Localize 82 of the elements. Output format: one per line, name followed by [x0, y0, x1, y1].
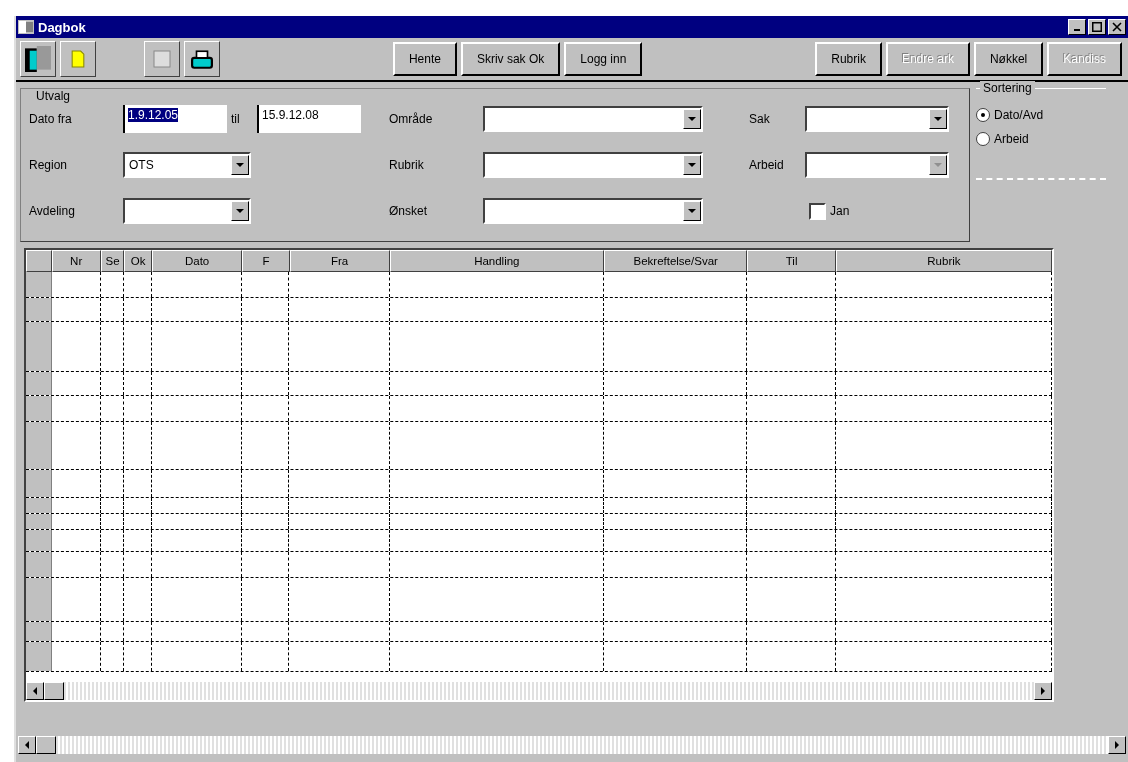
column-header[interactable]: Se [100, 250, 125, 272]
checkbox-label: Jan [830, 204, 850, 218]
left-arrow-icon [33, 687, 37, 695]
field-label: Region [29, 158, 69, 172]
field-label: Ønsket [389, 204, 428, 218]
dropdown-button[interactable] [231, 201, 249, 221]
right-arrow-icon [1041, 687, 1045, 695]
field-label: Sak [749, 112, 771, 126]
app-icon [18, 20, 34, 34]
radio-label: Arbeid [994, 132, 1029, 146]
page-icon [153, 50, 171, 68]
scroll-left-button[interactable] [26, 682, 44, 700]
caret-icon [934, 163, 942, 167]
toolbar-button[interactable]: Nøkkel [973, 42, 1044, 76]
print-button[interactable] [184, 41, 220, 77]
checkbox[interactable] [809, 202, 826, 220]
dropdown[interactable] [123, 198, 251, 224]
right-arrow-icon [1115, 741, 1119, 749]
dropdown[interactable] [805, 106, 949, 132]
column-header[interactable]: Handling [389, 250, 604, 272]
dropdown-button[interactable] [929, 109, 947, 129]
dropdown-button[interactable] [231, 155, 249, 175]
column-header[interactable]: Fra [289, 250, 390, 272]
column-header[interactable]: Til [747, 250, 836, 272]
radio-button[interactable] [976, 132, 990, 146]
column-header[interactable]: Bekreftelse/Svar [603, 250, 748, 272]
field-label: Avdeling [29, 204, 76, 218]
close-button[interactable] [1108, 19, 1126, 35]
caret-icon [236, 163, 244, 167]
ledger-icon [25, 46, 51, 72]
toolbar-button[interactable]: Hente [392, 42, 457, 76]
minimize-button[interactable] [1068, 19, 1086, 35]
scroll-left-button[interactable] [18, 736, 36, 754]
dropdown[interactable] [483, 106, 703, 132]
maximize-button[interactable] [1088, 19, 1106, 35]
printer-icon [191, 49, 213, 69]
caret-icon [688, 163, 696, 167]
left-arrow-icon [25, 741, 29, 749]
field-label: Rubrik [389, 158, 425, 172]
column-header[interactable]: Nr [51, 250, 101, 272]
horizontal-scrollbar[interactable] [18, 736, 1126, 754]
column-header[interactable]: Rubrik [835, 250, 1052, 272]
dropdown-button[interactable] [683, 109, 701, 129]
scroll-thumb[interactable] [36, 736, 56, 754]
toolbar-button[interactable]: Skriv sak Ok [460, 42, 561, 76]
radio-label: Dato/Avd [994, 108, 1044, 122]
minimize-icon [1074, 29, 1080, 31]
close-icon [1112, 22, 1122, 32]
date-field[interactable]: 1.9.12.05 [123, 105, 227, 133]
dropdown[interactable] [483, 198, 703, 224]
toolbar-button[interactable]: Rubrik [815, 42, 882, 76]
field-label: Arbeid [749, 158, 785, 172]
horizontal-scrollbar[interactable] [26, 682, 1052, 700]
dropdown-button[interactable] [683, 201, 701, 221]
group-title: Sortering [980, 81, 1035, 95]
date-field[interactable]: 15.9.12.08 [257, 105, 361, 133]
window-title: Dagbok [38, 19, 86, 35]
caret-icon [236, 209, 244, 213]
toolbar-button[interactable] [60, 41, 96, 77]
field-label: til [231, 112, 241, 126]
column-header[interactable]: Ok [124, 250, 152, 272]
toolbar-button[interactable] [144, 41, 180, 77]
toolbar-button[interactable]: Logg inn [564, 42, 643, 76]
radio-button[interactable] [976, 108, 990, 122]
column-header[interactable]: Dato [151, 250, 243, 272]
caret-icon [688, 117, 696, 121]
dropdown[interactable] [483, 152, 703, 178]
field-label: Område [389, 112, 434, 126]
group-title: Utvalg [33, 89, 73, 103]
dropdown[interactable]: OTS [123, 152, 251, 178]
caret-icon [688, 209, 696, 213]
scroll-right-button[interactable] [1108, 736, 1126, 754]
selected-text: 1.9.12.05 [128, 108, 179, 122]
caret-icon [934, 117, 942, 121]
scroll-right-button[interactable] [1034, 682, 1052, 700]
document-icon [71, 50, 85, 68]
maximize-icon [1092, 22, 1102, 32]
field-label: Dato fra [29, 112, 73, 126]
column-header[interactable]: F [242, 250, 290, 272]
dropdown-button[interactable] [683, 155, 701, 175]
toolbar-button[interactable] [20, 41, 56, 77]
scroll-thumb[interactable] [44, 682, 64, 700]
